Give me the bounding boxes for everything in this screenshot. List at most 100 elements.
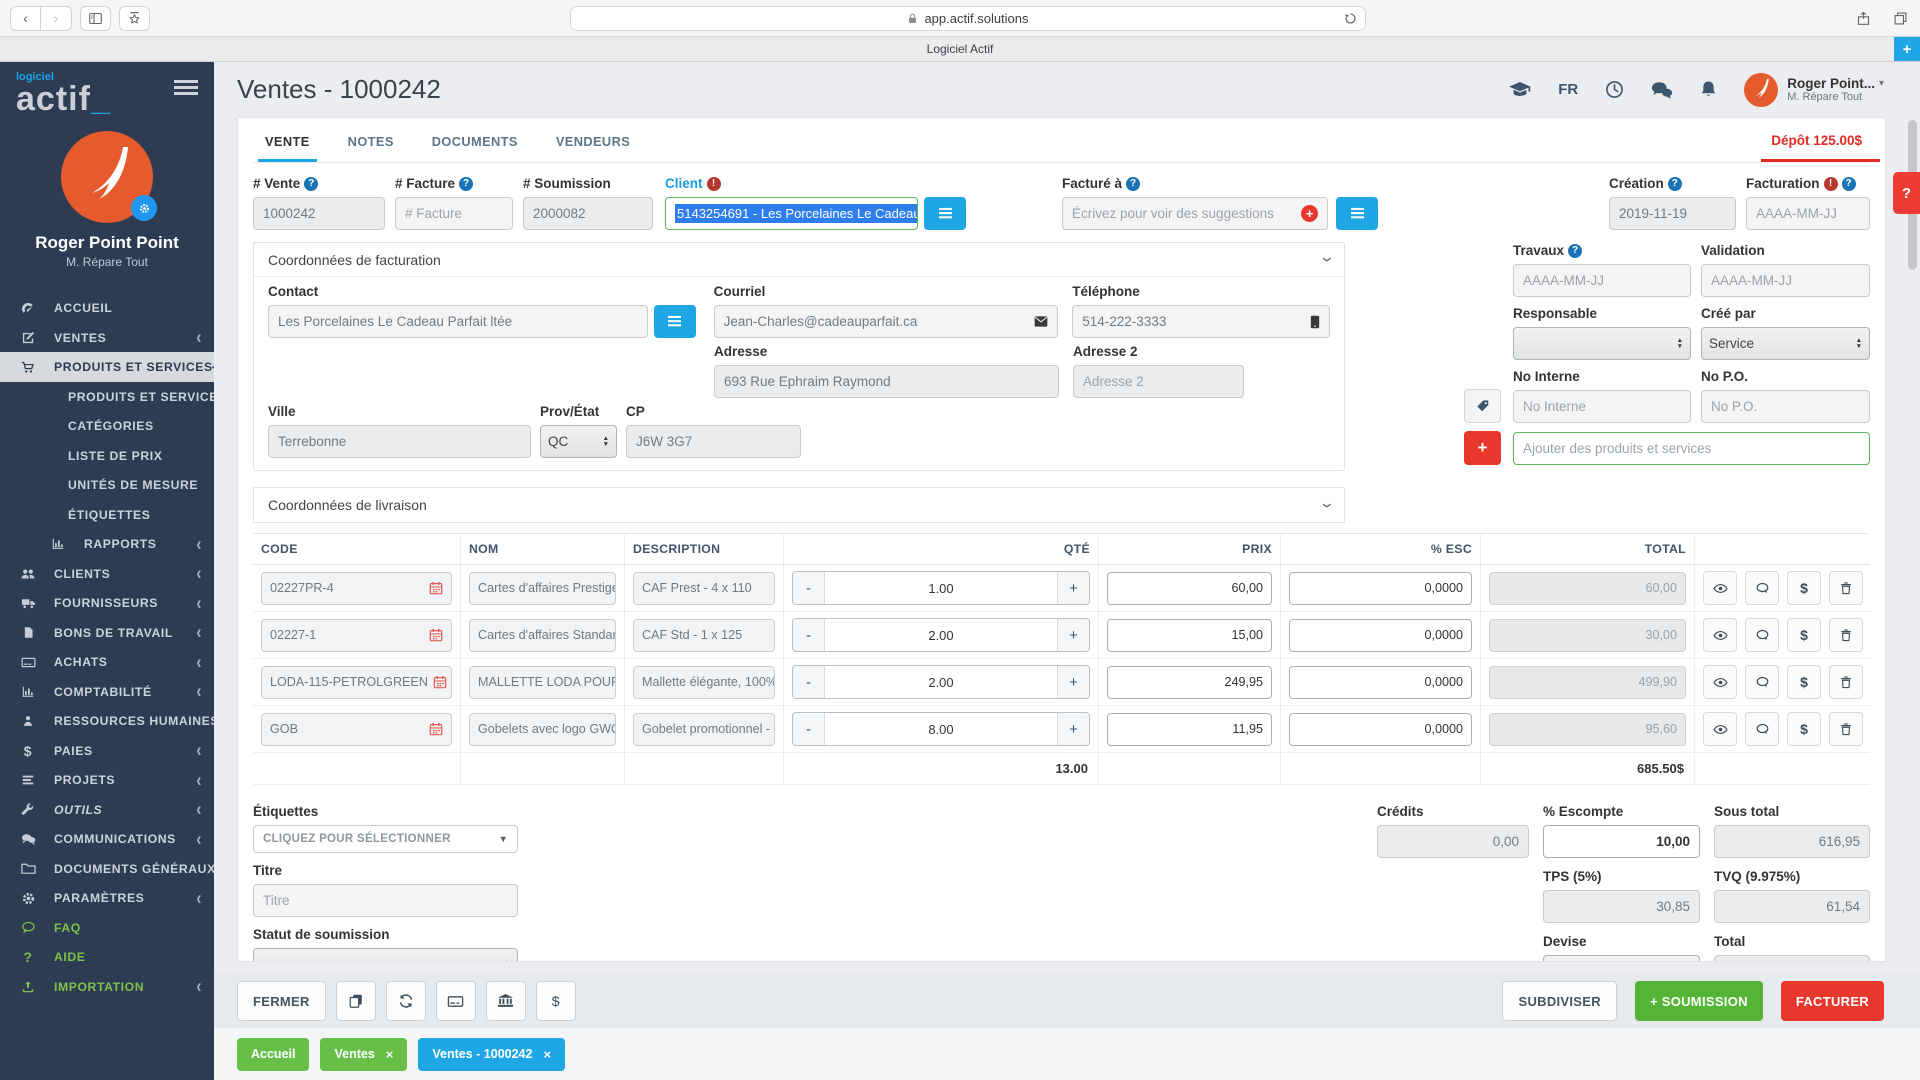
comment-button[interactable] — [1745, 712, 1779, 746]
price-input[interactable]: 60,00 — [1107, 572, 1272, 605]
calendar-icon[interactable] — [424, 628, 443, 642]
sidebar-item-clients[interactable]: CLIENTS ‹ — [0, 559, 214, 589]
sidebar-item-liste-de-prix[interactable]: LISTE DE PRIX — [0, 441, 214, 471]
calendar-icon[interactable] — [428, 675, 447, 689]
qty-minus-button[interactable]: - — [793, 713, 825, 745]
help-tab[interactable]: ? — [1893, 172, 1920, 214]
help-icon[interactable]: ? — [304, 177, 318, 191]
ville-input[interactable]: Terrebonne — [268, 425, 531, 458]
view-button[interactable] — [1703, 571, 1737, 605]
messages-icon[interactable] — [1651, 81, 1673, 99]
payment-card-button[interactable] — [436, 981, 476, 1021]
facture-a-input[interactable]: Écrivez pour voir des suggestions+ — [1062, 197, 1328, 230]
cp-input[interactable]: J6W 3G7 — [626, 425, 801, 458]
tab-documents[interactable]: DOCUMENTS — [425, 134, 525, 162]
no-interne-input[interactable]: No Interne — [1513, 390, 1691, 423]
deposit-badge[interactable]: Dépôt 125.00$ — [1761, 133, 1880, 162]
help-icon[interactable]: ? — [1668, 177, 1682, 191]
courriel-input[interactable]: Jean-Charles@cadeauparfait.ca — [714, 305, 1059, 338]
help-icon[interactable]: ? — [1126, 177, 1140, 191]
tabs-overview-icon[interactable] — [1893, 11, 1908, 26]
client-list-button[interactable] — [924, 197, 966, 230]
sidebar-item-ventes[interactable]: VENTES ‹ — [0, 323, 214, 353]
new-tab-button[interactable]: + — [1894, 37, 1920, 61]
qty-minus-button[interactable]: - — [793, 619, 825, 651]
sidebar-item-unites-de-mesure[interactable]: UNITÉS DE MESURE — [0, 470, 214, 500]
sidebar-item-documents-generaux[interactable]: DOCUMENTS GÉNÉRAUX ‹ — [0, 854, 214, 884]
code-input[interactable]: 02227PR-4 — [261, 572, 452, 605]
sidebar-item-aide[interactable]: ? AIDE — [0, 942, 214, 972]
comment-button[interactable] — [1745, 618, 1779, 652]
add-product-button[interactable]: + — [1464, 431, 1501, 465]
calendar-icon[interactable] — [424, 722, 443, 736]
sidebar-item-communications[interactable]: COMMUNICATIONS ‹ — [0, 824, 214, 854]
tag-button[interactable] — [1464, 389, 1501, 423]
hamburger-menu-icon[interactable] — [174, 80, 198, 95]
dollar-button[interactable]: $ — [536, 981, 576, 1021]
collapse-icon[interactable]: › — [1316, 257, 1338, 262]
help-icon[interactable]: ? — [459, 177, 473, 191]
sidebar-item-paies[interactable]: $ PAIES ‹ — [0, 736, 214, 766]
nom-input[interactable]: MALLETTE LODA POUR ORDIN — [469, 666, 616, 699]
price-button[interactable]: $ — [1787, 618, 1821, 652]
browser-tab-title[interactable]: Logiciel Actif — [927, 42, 994, 56]
delete-button[interactable] — [1829, 712, 1863, 746]
no-po-input[interactable]: No P.O. — [1701, 390, 1870, 423]
etiquettes-select[interactable]: CLIQUEZ POUR SÉLECTIONNER▼ — [253, 825, 518, 853]
devise-select[interactable]: CAD▲▼ — [1543, 955, 1700, 962]
sidebar-item-bons-de-travail[interactable]: BONS DE TRAVAIL ‹ — [0, 618, 214, 648]
reload-icon[interactable] — [1344, 12, 1357, 25]
graduation-cap-icon[interactable] — [1509, 81, 1531, 98]
soumission-button[interactable]: + SOUMISSION — [1635, 981, 1763, 1021]
collapse-icon[interactable]: › — [1316, 503, 1338, 508]
responsable-select[interactable]: ▲▼ — [1513, 327, 1691, 360]
forward-button[interactable]: › — [41, 6, 72, 31]
travaux-input[interactable]: AAAA-MM-JJ — [1513, 264, 1691, 297]
qty-input[interactable]: 2.00 — [825, 619, 1057, 651]
bank-button[interactable] — [486, 981, 526, 1021]
sidebar-item-importation[interactable]: IMPORTATION ‹ — [0, 972, 214, 1002]
sidebar-item-categories[interactable]: CATÉGORIES — [0, 411, 214, 441]
sidebar-item-parametres[interactable]: PARAMÈTRES ‹ — [0, 883, 214, 913]
soumission-input[interactable]: 2000082 — [523, 197, 653, 230]
code-input[interactable]: GOB — [261, 713, 452, 746]
facture-input[interactable]: # Facture — [395, 197, 513, 230]
share-icon[interactable] — [1856, 11, 1871, 26]
validation-input[interactable]: AAAA-MM-JJ — [1701, 264, 1870, 297]
price-button[interactable]: $ — [1787, 571, 1821, 605]
bell-icon[interactable] — [1700, 80, 1717, 99]
back-button[interactable]: ‹ — [10, 6, 41, 31]
price-button[interactable]: $ — [1787, 712, 1821, 746]
comment-button[interactable] — [1745, 571, 1779, 605]
adresse-input[interactable]: 693 Rue Ephraim Raymond — [714, 365, 1059, 398]
tab-vente[interactable]: VENTE — [258, 134, 317, 162]
statut-select[interactable]: ▲▼ — [253, 948, 518, 962]
sidebar-item-produits-et-services-sub[interactable]: PRODUITS ET SERVICES — [0, 382, 214, 412]
tab-notes[interactable]: NOTES — [341, 134, 401, 162]
sidebar-item-comptabilite[interactable]: COMPTABILITÉ ‹ — [0, 677, 214, 707]
discount-input[interactable]: 0,0000 — [1289, 572, 1472, 605]
qty-plus-button[interactable]: + — [1057, 666, 1089, 698]
adresse2-input[interactable]: Adresse 2 — [1073, 365, 1244, 398]
escompte-input[interactable]: 10,00 — [1543, 825, 1700, 858]
sidebar-item-produits-et-services[interactable]: PRODUITS ET SERVICES ‹ — [0, 352, 214, 382]
sidebar-item-accueil[interactable]: ACCUEIL — [0, 293, 214, 323]
qty-plus-button[interactable]: + — [1057, 619, 1089, 651]
footer-tab-accueil[interactable]: Accueil — [237, 1038, 309, 1071]
delete-button[interactable] — [1829, 665, 1863, 699]
description-input[interactable]: CAF Prest - 4 x 110 — [633, 572, 775, 605]
comment-button[interactable] — [1745, 665, 1779, 699]
close-icon[interactable]: × — [543, 1047, 551, 1062]
vente-input[interactable]: 1000242 — [253, 197, 385, 230]
creation-input[interactable]: 2019-11-19 — [1609, 197, 1736, 230]
help-icon[interactable]: ? — [1568, 244, 1582, 258]
description-input[interactable]: Mallette élégante, 100% cuir, 15 — [633, 666, 775, 699]
sidebar-item-achats[interactable]: ACHATS ‹ — [0, 647, 214, 677]
code-input[interactable]: LODA-115-PETROLGREEN — [261, 666, 452, 699]
code-input[interactable]: 02227-1 — [261, 619, 452, 652]
nom-input[interactable]: Cartes d'affaires Standard - 1 p — [469, 619, 616, 652]
price-input[interactable]: 15,00 — [1107, 619, 1272, 652]
description-input[interactable]: Gobelet promotionnel - Logo G — [633, 713, 775, 746]
calendar-icon[interactable] — [424, 581, 443, 595]
sidebar-item-fournisseurs[interactable]: FOURNISSEURS ‹ — [0, 588, 214, 618]
